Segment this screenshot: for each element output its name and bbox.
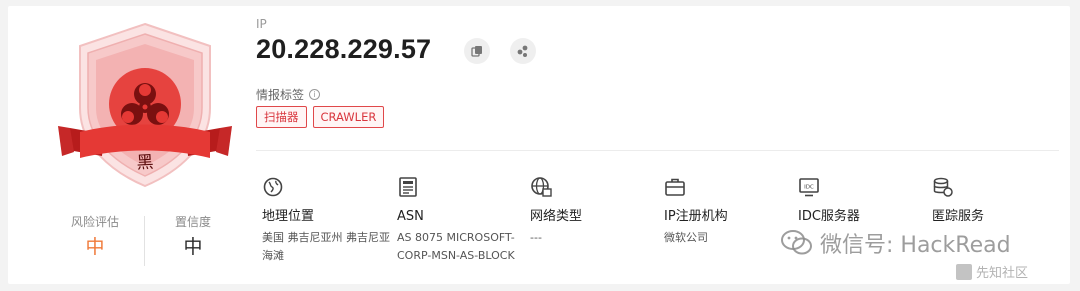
- risk-metrics: 风险评估 中 置信度 中: [50, 214, 240, 274]
- tag-item[interactable]: 扫描器: [256, 106, 307, 128]
- xz-watermark-text: 先知社区: [976, 266, 1029, 281]
- info-icon[interactable]: i: [309, 89, 321, 100]
- tag-item[interactable]: CRAWLER: [312, 106, 385, 128]
- copy-icon: [471, 46, 482, 57]
- risk-assessment-label: 风险评估: [70, 215, 119, 229]
- wechat-watermark: 微信号: HackRead: [780, 227, 1011, 259]
- attr-title: 网络类型: [530, 209, 583, 224]
- metrics-divider: [144, 216, 145, 266]
- attr-asn: ASN AS 8075 MICROSOFT-CORP-MSN-AS-BLOCK: [397, 176, 527, 265]
- attr-value: 微软公司: [664, 231, 708, 244]
- attr-title: 匿踪服务: [932, 209, 985, 224]
- confidence-label: 置信度: [174, 215, 211, 229]
- wechat-icon: [781, 230, 812, 255]
- attr-network-type: 网络类型 ---: [530, 176, 660, 247]
- tags-caption: 情报标签 i: [256, 86, 321, 103]
- network-icon: [531, 177, 552, 197]
- attr-title: IP注册机构: [664, 209, 728, 224]
- xz-watermark: 先知社区: [956, 262, 1028, 281]
- confidence-value: 中: [183, 236, 203, 258]
- database-icon: [933, 177, 953, 197]
- attr-registrar: IP注册机构 微软公司: [664, 176, 794, 247]
- svg-text:IDC: IDC: [804, 185, 814, 191]
- graph-icon: [517, 45, 528, 57]
- attr-anonymity: 匿踪服务: [932, 176, 1062, 229]
- ip-caption: IP: [256, 17, 267, 31]
- attr-title: ASN: [397, 209, 424, 224]
- attr-value: ---: [530, 231, 542, 244]
- attr-value: 美国 弗吉尼亚州 弗吉尼亚海滩: [262, 231, 390, 262]
- watermark-text: 微信号: HackRead: [820, 233, 1011, 258]
- attr-idc: IDC IDC服务器: [798, 176, 928, 229]
- risk-assessment-value: 中: [85, 236, 105, 258]
- graph-button[interactable]: [510, 38, 536, 64]
- briefcase-icon: [665, 178, 685, 196]
- section-divider: [256, 150, 1059, 151]
- ip-address: 20.228.229.57: [256, 34, 432, 64]
- tags-caption-text: 情报标签: [256, 88, 305, 102]
- tag-list: 扫描器 CRAWLER: [256, 106, 385, 128]
- risk-assessment: 风险评估 中: [50, 214, 140, 258]
- attr-title: 地理位置: [262, 209, 315, 224]
- confidence: 置信度 中: [148, 214, 238, 258]
- globe-icon: [263, 177, 283, 197]
- copy-button[interactable]: [464, 38, 490, 64]
- idc-icon: IDC: [799, 178, 819, 197]
- attr-title: IDC服务器: [798, 209, 860, 224]
- risk-badge: 黑: [50, 6, 240, 202]
- asn-icon: [399, 177, 417, 197]
- attr-location: 地理位置 美国 弗吉尼亚州 弗吉尼亚海滩: [262, 176, 392, 265]
- xz-logo-icon: [956, 263, 972, 280]
- attr-value: AS 8075 MICROSOFT-CORP-MSN-AS-BLOCK: [397, 231, 515, 262]
